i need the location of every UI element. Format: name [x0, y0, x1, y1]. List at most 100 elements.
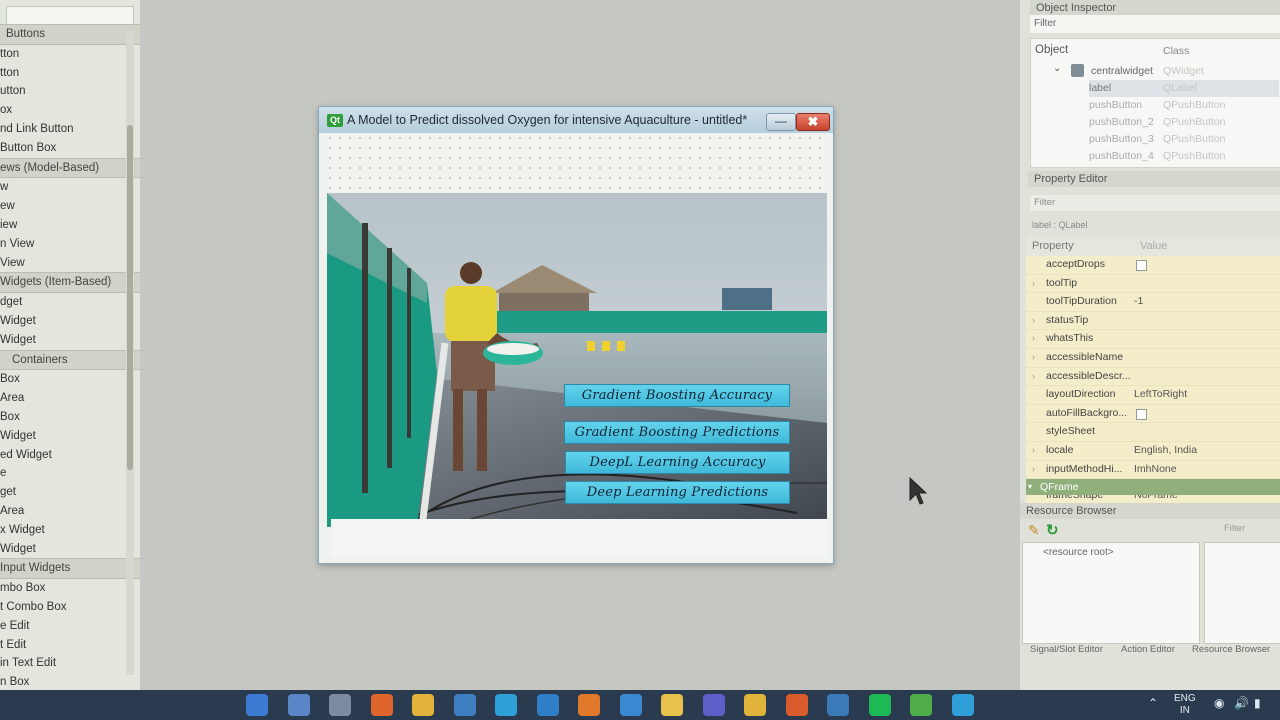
tab-action-editor[interactable]: Action Editor [1121, 644, 1175, 655]
designer-icon[interactable] [910, 694, 932, 716]
widget-box-item[interactable]: e [0, 464, 140, 483]
edge-icon[interactable] [246, 694, 268, 716]
spotify-icon[interactable] [868, 694, 891, 716]
property-row[interactable]: › statusTip [1026, 311, 1280, 331]
widget-box-item[interactable]: n Box [0, 673, 140, 690]
widget-box-item[interactable]: Box [0, 408, 140, 427]
object-tree-row[interactable]: pushButton_3 QPushButton [1089, 131, 1279, 148]
chat-icon[interactable] [329, 694, 351, 716]
widget-box-item[interactable]: iew [0, 216, 140, 235]
widget-box-item[interactable]: mbo Box [0, 579, 140, 598]
expand-arrow-icon[interactable]: › [1032, 349, 1035, 367]
language-indicator[interactable]: ENG IN [1174, 693, 1196, 717]
push-button-deep-learning-accuracy[interactable]: DeepL Learning Accuracy [565, 451, 790, 474]
chevron-down-icon[interactable]: ⌄ [1053, 63, 1061, 74]
resource-list[interactable] [1204, 542, 1280, 644]
property-row[interactable]: acceptDrops [1026, 256, 1280, 275]
property-checkbox[interactable] [1136, 408, 1147, 420]
property-row[interactable]: › toolTip [1026, 274, 1280, 294]
property-editor-filter-input[interactable]: Filter [1030, 195, 1280, 211]
firefox-icon[interactable] [578, 694, 600, 716]
python-icon[interactable] [827, 694, 849, 716]
push-button-deep-learning-predictions[interactable]: Deep Learning Predictions [565, 481, 790, 504]
widget-box-item[interactable]: Widget [0, 312, 140, 331]
property-editor-table[interactable]: Property Value acceptDrops › toolTip toolTi… [1026, 236, 1280, 505]
property-value[interactable]: ImhNone [1134, 461, 1177, 479]
badge-icon[interactable] [661, 694, 683, 716]
column-header-value[interactable]: Value [1140, 236, 1167, 256]
widget-category-header[interactable]: Buttons [0, 24, 140, 45]
property-row[interactable]: › inputMethodHi... ImhNone [1026, 460, 1280, 480]
pencil-icon[interactable]: ✎ [1028, 522, 1040, 539]
widget-category-header[interactable]: Input Widgets [0, 558, 140, 580]
widget-box-item[interactable]: w [0, 178, 140, 197]
object-tree-row[interactable]: pushButton_2 QPushButton [1089, 114, 1279, 131]
object-tree-row[interactable]: centralwidget QWidget [1089, 63, 1279, 80]
vscode-icon[interactable] [536, 694, 559, 716]
store-icon[interactable] [453, 694, 476, 716]
expand-arrow-icon[interactable]: › [1032, 368, 1035, 386]
widget-box-item[interactable]: n View [0, 235, 140, 254]
widget-box-item[interactable]: Widget [0, 427, 140, 446]
object-inspector-filter-input[interactable]: Filter [1030, 15, 1280, 33]
widget-box-item[interactable]: Area [0, 502, 140, 521]
widget-category-header[interactable]: Widgets (Item-Based) [0, 272, 140, 294]
expand-arrow-icon[interactable]: › [1032, 312, 1035, 330]
widget-box-item[interactable]: ox [0, 101, 140, 120]
object-tree-row[interactable]: pushButton QPushButton [1089, 97, 1279, 114]
push-button-gradient-boosting-predictions[interactable]: Gradient Boosting Predictions [564, 421, 790, 444]
widget-box-item[interactable]: Area [0, 389, 140, 408]
property-value[interactable]: English, India [1134, 442, 1197, 460]
widget-box-item[interactable]: Widget [0, 331, 140, 350]
widget-category-header[interactable]: ews (Model-Based) [0, 157, 140, 179]
resource-tree[interactable]: <resource root> [1022, 542, 1200, 644]
resource-root-item[interactable]: <resource root> [1043, 547, 1114, 558]
app-icon[interactable] [951, 694, 974, 716]
chrome-icon[interactable] [744, 694, 766, 716]
property-row[interactable]: toolTipDuration -1 [1026, 293, 1280, 312]
widget-box-item[interactable]: ew [0, 197, 140, 216]
property-checkbox[interactable] [1136, 260, 1147, 271]
widget-box-item[interactable]: in Text Edit [0, 654, 140, 673]
property-row[interactable]: autoFillBackgro... [1026, 404, 1280, 424]
widget-box-item[interactable]: utton [0, 82, 140, 101]
label-aquaculture-image[interactable] [327, 193, 827, 527]
push-button-gradient-boosting-accuracy[interactable]: Gradient Boosting Accuracy [564, 384, 790, 407]
column-header-class[interactable]: Class [1163, 45, 1189, 57]
property-value[interactable]: LeftToRight [1134, 386, 1187, 404]
expand-arrow-icon[interactable]: › [1032, 275, 1035, 293]
expand-arrow-icon[interactable]: › [1032, 461, 1035, 479]
form-window[interactable]: Qt A Model to Predict dissolved Oxygen f… [318, 106, 834, 564]
object-tree-row[interactable]: pushButton_4 QPushButton [1089, 148, 1279, 165]
widget-box-item[interactable]: Widget [0, 540, 140, 559]
volume-icon[interactable]: 🔊 [1234, 696, 1249, 710]
network-icon[interactable]: ◉ [1214, 696, 1224, 710]
object-tree-row[interactable]: label QLabel [1089, 80, 1279, 97]
widget-box-item[interactable]: x Widget [0, 521, 140, 540]
widgets-icon[interactable] [287, 694, 310, 716]
expand-arrow-icon[interactable]: › [1032, 330, 1035, 348]
reload-icon[interactable]: ↻ [1046, 521, 1059, 539]
widget-box-item[interactable]: t Combo Box [0, 598, 140, 617]
resource-filter-input[interactable]: Filter [1224, 523, 1245, 534]
brave-icon[interactable] [370, 694, 393, 716]
widget-box-item[interactable]: dget [0, 293, 140, 312]
teams-icon[interactable] [702, 694, 725, 716]
widget-box-item[interactable]: Box [0, 370, 140, 389]
object-inspector-tree[interactable]: Object Class ⌄ centralwidget QWidget label… [1030, 38, 1280, 168]
media-icon[interactable] [495, 694, 517, 716]
property-row[interactable]: › accessibleDescr... [1026, 367, 1280, 387]
property-row[interactable]: › whatsThis [1026, 330, 1280, 349]
chevron-up-icon[interactable]: ⌃ [1148, 696, 1158, 710]
battery-icon[interactable]: ▮ [1254, 696, 1261, 710]
expand-arrow-icon[interactable]: › [1032, 442, 1035, 460]
widget-box-scroll-thumb[interactable] [127, 125, 133, 470]
widget-box-item[interactable]: get [0, 483, 140, 502]
chrome-alt-icon[interactable] [785, 694, 808, 716]
widget-box-item[interactable]: e Edit [0, 617, 140, 636]
section-header-qframe[interactable]: ▾ QFrame [1026, 479, 1280, 496]
close-button[interactable]: ✖ [796, 113, 830, 131]
mail-icon[interactable] [619, 694, 642, 716]
property-value[interactable]: -1 [1134, 293, 1143, 311]
property-row[interactable]: › accessibleName [1026, 348, 1280, 368]
